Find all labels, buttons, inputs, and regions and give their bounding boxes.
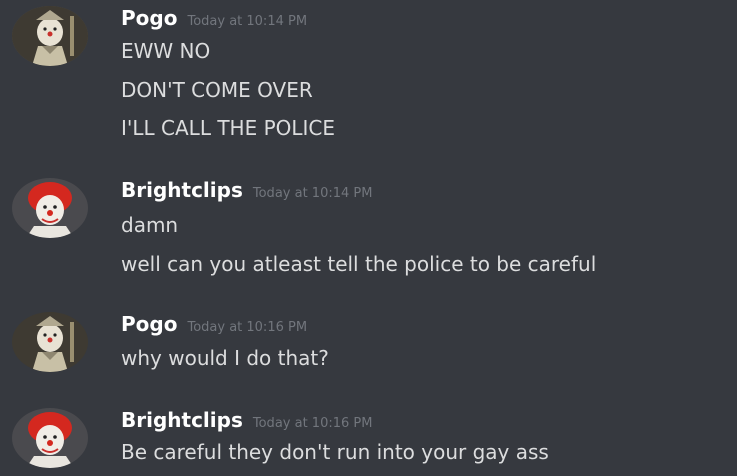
avatar[interactable] <box>12 178 88 238</box>
timestamp[interactable]: Today at 10:16 PM <box>187 320 307 335</box>
username[interactable]: Brightclips <box>121 408 243 432</box>
timestamp[interactable]: Today at 10:14 PM <box>187 14 307 29</box>
message-text: EWW NO <box>121 39 211 63</box>
timestamp[interactable]: Today at 10:16 PM <box>253 416 373 431</box>
message-header: Pogo Today at 10:16 PM <box>121 312 307 338</box>
chat-messages: Pogo Today at 10:14 PM EWW NO DON'T COME … <box>0 0 737 476</box>
clown-portrait-avatar-icon <box>12 312 88 372</box>
message-text: I'LL CALL THE POLICE <box>121 116 336 140</box>
avatar[interactable] <box>12 312 88 372</box>
message-text: DON'T COME OVER <box>121 78 313 102</box>
timestamp[interactable]: Today at 10:14 PM <box>253 186 373 201</box>
message-text: why would I do that? <box>121 346 329 370</box>
username[interactable]: Brightclips <box>121 178 243 202</box>
message-header: Brightclips Today at 10:14 PM <box>121 178 372 204</box>
message-header: Brightclips Today at 10:16 PM <box>121 408 372 434</box>
username[interactable]: Pogo <box>121 6 177 30</box>
red-hair-clown-avatar-icon <box>12 408 88 468</box>
message-text: well can you atleast tell the police to … <box>121 252 597 276</box>
username[interactable]: Pogo <box>121 312 177 336</box>
avatar[interactable] <box>12 408 88 468</box>
message-text: Be careful they don't run into your gay … <box>121 440 549 464</box>
avatar[interactable] <box>12 6 88 66</box>
red-hair-clown-avatar-icon <box>12 178 88 238</box>
message-header: Pogo Today at 10:14 PM <box>121 6 307 32</box>
message-text: damn <box>121 213 179 237</box>
clown-portrait-avatar-icon <box>12 6 88 66</box>
